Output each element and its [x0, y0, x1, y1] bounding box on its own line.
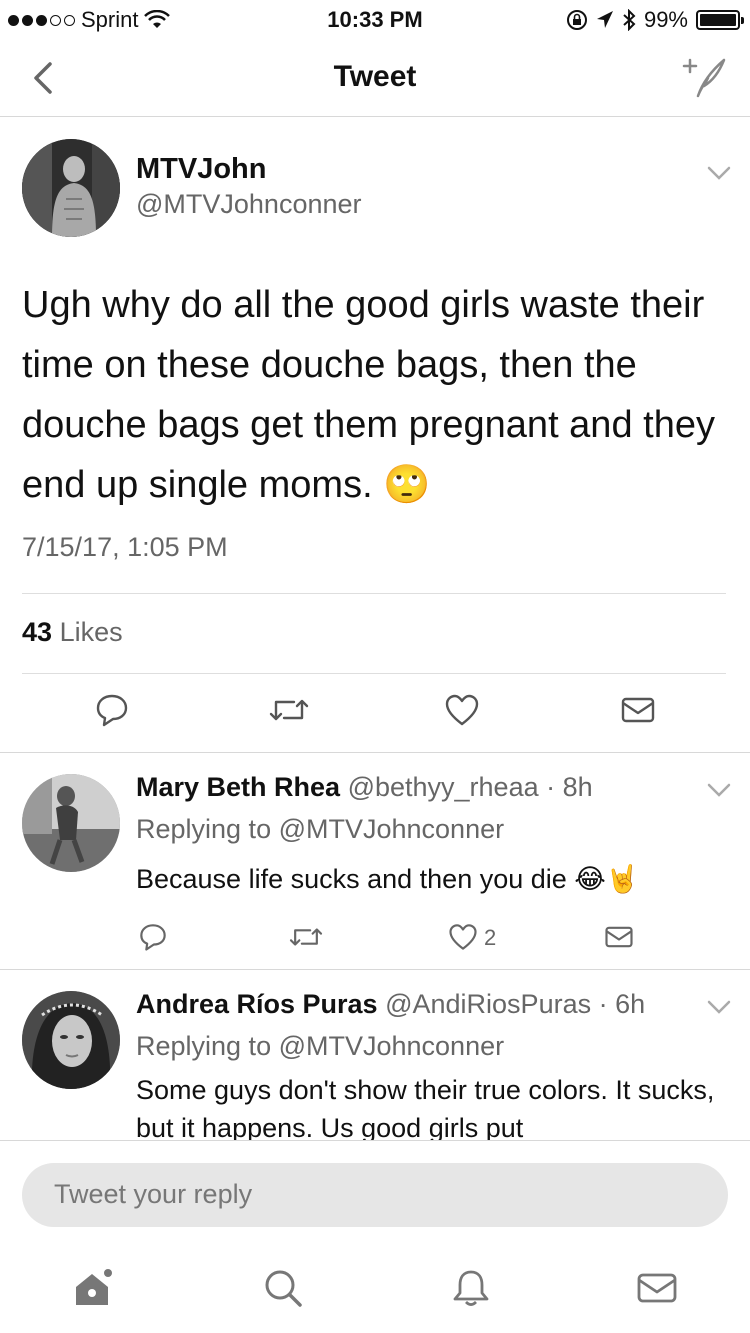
replying-to[interactable]: Replying to @MTVJohnconner	[136, 1031, 504, 1062]
heart-icon[interactable]	[448, 922, 478, 952]
reply-icon[interactable]	[138, 922, 168, 952]
like-count: 2	[484, 925, 497, 950]
tab-bar	[0, 1245, 750, 1333]
avatar[interactable]	[22, 774, 120, 872]
divider	[22, 673, 726, 674]
reply-text: Because life sucks and then you die 😂🤘	[136, 864, 640, 894]
retweet-icon[interactable]	[288, 922, 324, 952]
likes-label: Likes	[59, 617, 123, 647]
replying-to[interactable]: Replying to @MTVJohnconner	[136, 814, 504, 845]
reply-author-name[interactable]: Andrea Ríos Puras	[136, 989, 378, 1019]
orientation-lock-icon	[566, 10, 587, 30]
envelope-icon[interactable]	[620, 692, 656, 728]
heart-icon[interactable]	[444, 692, 480, 728]
status-right: 99%	[566, 7, 744, 33]
reply-tweet[interactable]: Mary Beth Rhea @bethyy_rheaa · 8h Replyi…	[0, 752, 750, 969]
reply-author-handle[interactable]: @AndiRiosPuras	[385, 989, 591, 1019]
location-arrow-icon	[596, 11, 613, 28]
tweet-text: Ugh why do all the good girls waste thei…	[22, 284, 715, 506]
envelope-icon[interactable]	[604, 922, 634, 952]
avatar[interactable]	[22, 139, 120, 237]
avatar[interactable]	[22, 991, 120, 1089]
chevron-down-icon[interactable]	[706, 999, 732, 1015]
compose-tweet-icon[interactable]	[680, 54, 730, 100]
reply-header: Mary Beth Rhea @bethyy_rheaa · 8h	[136, 772, 593, 803]
envelope-icon[interactable]	[636, 1267, 678, 1309]
page-title: Tweet	[333, 60, 417, 93]
author-name[interactable]: MTVJohn	[136, 153, 267, 186]
likes-count: 43	[22, 617, 53, 647]
reply-icon[interactable]	[94, 692, 130, 728]
status-bar: Sprint 10:33 PM 99%	[0, 0, 750, 40]
reply-header: Andrea Ríos Puras @AndiRiosPuras · 6h	[136, 989, 645, 1020]
reply-text: Some guys don't show their true colors. …	[136, 1075, 715, 1140]
reply-age: · 6h	[598, 989, 646, 1019]
tweet-actions	[0, 692, 750, 732]
search-icon[interactable]	[262, 1267, 304, 1309]
bluetooth-icon	[623, 9, 636, 31]
reply-tweet[interactable]: Andrea Ríos Puras @AndiRiosPuras · 6h Re…	[0, 969, 750, 1140]
reply-bar: Tweet your reply	[0, 1140, 750, 1245]
reply-input[interactable]: Tweet your reply	[22, 1163, 728, 1227]
divider	[22, 593, 726, 594]
chevron-down-icon[interactable]	[706, 782, 732, 798]
retweet-icon[interactable]	[268, 692, 310, 728]
reply-age: · 8h	[546, 772, 593, 802]
nav-bar: Tweet	[0, 40, 750, 117]
reply-author-name[interactable]: Mary Beth Rhea	[136, 772, 340, 802]
bell-icon[interactable]	[450, 1267, 492, 1309]
battery-icon	[696, 10, 744, 30]
chevron-down-icon[interactable]	[706, 165, 732, 181]
author-handle[interactable]: @MTVJohnconner	[136, 189, 362, 220]
reply-author-handle[interactable]: @bethyy_rheaa	[348, 772, 539, 802]
likes-summary[interactable]: 43 Likes	[22, 617, 123, 648]
home-icon[interactable]	[72, 1267, 114, 1309]
battery-percent: 99%	[643, 7, 688, 32]
tweet-timestamp: 7/15/17, 1:05 PM	[22, 532, 228, 562]
